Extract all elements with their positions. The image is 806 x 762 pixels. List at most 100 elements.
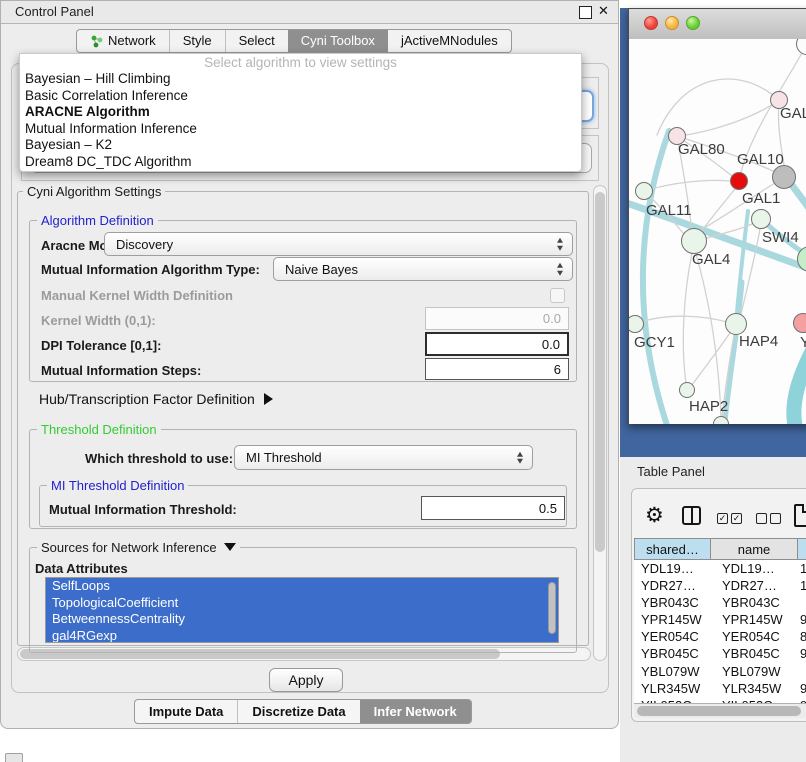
hub-definition-toggle[interactable]: Hub/Transcription Factor Definition	[39, 391, 273, 407]
table-row[interactable]: YBR043CYBR043C	[634, 594, 806, 611]
unchecked-checkbox-icon[interactable]	[756, 513, 767, 524]
tab-style[interactable]: Style	[169, 30, 225, 52]
network-node-gal10[interactable]	[772, 165, 796, 189]
table-row[interactable]: YBL079WYBL079W	[634, 663, 806, 680]
mi-threshold-field[interactable]: 0.5	[421, 496, 565, 520]
tab-select[interactable]: Select	[225, 30, 288, 52]
checked-checkbox-icon[interactable]: ✓	[731, 513, 742, 524]
node-label-gal80: GAL80	[678, 141, 725, 158]
dpi-tolerance-label: DPI Tolerance [0,1]:	[41, 338, 161, 353]
table-cell: YLR345W	[711, 680, 798, 697]
attribute-list-scrollbar-thumb[interactable]	[548, 582, 556, 634]
tab-cyni-toolbox[interactable]: Cyni Toolbox	[288, 30, 388, 52]
which-threshold-combo[interactable]: MI Threshold	[234, 445, 533, 470]
bottom-tab-infer-network[interactable]: Infer Network	[360, 700, 471, 723]
mi-type-combo[interactable]: Naive Bayes	[273, 257, 573, 281]
network-window-titlebar	[629, 9, 806, 40]
sources-group-title[interactable]: Sources for Network Inference	[37, 540, 240, 555]
tab-jactivemnodules[interactable]: jActiveMNodules	[388, 30, 511, 52]
apply-button[interactable]: Apply	[269, 668, 343, 692]
file-icon[interactable]	[794, 504, 806, 527]
table-cell: YDR27…	[711, 577, 798, 594]
node-label-gal4: GAL4	[692, 251, 730, 268]
settings-vertical-scrollbar[interactable]	[593, 185, 607, 661]
checked-checkbox-icon[interactable]: ✓	[717, 513, 728, 524]
table-row[interactable]: YBR045CYBR045C9.	[634, 645, 806, 662]
aracne-mode-combo[interactable]: Discovery	[104, 232, 573, 256]
close-traffic-light-icon[interactable]	[644, 16, 658, 30]
table-row[interactable]: YER054CYER054C8.	[634, 628, 806, 645]
settings-vertical-scrollbar-thumb[interactable]	[595, 192, 605, 552]
network-node-gal1[interactable]	[751, 209, 771, 229]
unchecked-checkbox-icon[interactable]	[770, 513, 781, 524]
gear-icon[interactable]: ⚙	[645, 503, 664, 528]
attribute-list-item-topologicalcoefficient[interactable]: TopologicalCoefficient	[46, 595, 558, 612]
network-view-window: GALGAL80GAL10GAL11GAL1SWI4GAL4GCY1HAP4YH…	[628, 8, 806, 424]
mini-panel-icon[interactable]	[5, 753, 23, 762]
table-cell: 13	[798, 560, 806, 577]
mi-steps-field[interactable]: 6	[425, 358, 569, 380]
hub-definition-label: Hub/Transcription Factor Definition	[39, 391, 255, 407]
table-row[interactable]: YLR345WYLR345W9.	[634, 680, 806, 697]
algorithm-option-aracne-algorithm[interactable]: ARACNE Algorithm	[20, 104, 581, 121]
mi-threshold-value: 0.5	[539, 501, 557, 516]
table-cell: 9.	[798, 645, 806, 662]
control-panel-titlebar: Control Panel ✕	[1, 1, 618, 24]
tab-network[interactable]: Network	[77, 30, 169, 52]
manual-kernel-checkbox[interactable]	[550, 288, 565, 303]
network-node-y[interactable]	[793, 313, 806, 333]
node-label-gcy1: GCY1	[634, 334, 675, 351]
table-row[interactable]: YPR145WYPR145W9.	[634, 611, 806, 628]
node-label-y: Y	[800, 334, 806, 351]
close-panel-icon[interactable]: ✕	[598, 3, 609, 19]
table-cell: YER054C	[711, 628, 798, 645]
algorithm-dropdown-popup: Select algorithm to view settings Bayesi…	[19, 53, 582, 172]
column-header-a[interactable]: A	[798, 538, 806, 560]
node-label-swi4: SWI4	[762, 229, 799, 246]
algorithm-definition-title: Algorithm Definition	[37, 213, 158, 228]
column-header-shared[interactable]: shared…	[634, 538, 711, 560]
network-node[interactable]	[730, 172, 748, 190]
network-edge	[635, 316, 727, 324]
network-node-hap4[interactable]	[725, 313, 747, 335]
tab-label: Cyni Toolbox	[301, 30, 375, 52]
table-horizontal-scrollbar[interactable]	[634, 703, 806, 718]
table-cell: 9.	[798, 680, 806, 697]
network-canvas[interactable]: GALGAL80GAL10GAL11GAL1SWI4GAL4GCY1HAP4YH…	[629, 39, 806, 424]
data-attributes-list[interactable]: SelfLoopsTopologicalCoefficientBetweenne…	[45, 577, 559, 643]
control-panel-window: Control Panel ✕ Network StyleSelect Cyni T…	[0, 0, 619, 729]
table-panel: ⚙ ✓ ✓ shared…nameA YDL19…YDL19…13YDR27…Y…	[631, 488, 806, 722]
table-row[interactable]: YDR27…YDR27…12	[634, 577, 806, 594]
algorithm-option-mutual-information-inference[interactable]: Mutual Information Inference	[20, 121, 581, 138]
minimize-traffic-light-icon[interactable]	[665, 16, 679, 30]
attribute-list-item-selfloops[interactable]: SelfLoops	[46, 578, 558, 595]
algorithm-option-basic-correlation-inference[interactable]: Basic Correlation Inference	[20, 88, 581, 105]
mi-steps-value: 6	[554, 362, 561, 377]
float-panel-icon[interactable]	[579, 6, 592, 19]
bottom-tab-impute-data[interactable]: Impute Data	[135, 700, 237, 723]
kernel-width-label: Kernel Width (0,1):	[41, 313, 156, 328]
attribute-list-item-betweennesscentrality[interactable]: BetweennessCentrality	[46, 611, 558, 628]
network-node-gal11[interactable]	[635, 182, 653, 200]
attribute-list-item-gal4rgexp[interactable]: gal4RGexp	[46, 628, 558, 644]
network-node-hap2[interactable]	[679, 382, 695, 398]
tab-label: jActiveMNodules	[401, 30, 498, 52]
stepper-arrows-icon	[557, 263, 563, 276]
tab-label: Network	[108, 30, 156, 52]
zoom-traffic-light-icon[interactable]	[686, 16, 700, 30]
network-edge	[643, 131, 671, 424]
algorithm-option-dream8-dc-tdc-algorithm[interactable]: Dream8 DC_TDC Algorithm	[20, 154, 581, 171]
table-row[interactable]: YDL19…YDL19…13	[634, 560, 806, 577]
dpi-tolerance-value: 0.0	[542, 337, 560, 352]
mi-threshold-group-title: MI Threshold Definition	[47, 478, 188, 493]
column-header-name[interactable]: name	[711, 538, 798, 560]
table-horizontal-scrollbar-thumb[interactable]	[637, 706, 801, 716]
kernel-width-field[interactable]: 0.0	[425, 307, 569, 330]
bottom-tab-discretize-data[interactable]: Discretize Data	[237, 700, 359, 723]
column-layout-icon[interactable]	[682, 506, 701, 525]
algorithm-option-bayesian-k2[interactable]: Bayesian – K2	[20, 137, 581, 154]
node-label-gal: GAL	[780, 105, 806, 122]
algorithm-option-bayesian-hill-climbing[interactable]: Bayesian – Hill Climbing	[20, 71, 581, 88]
dpi-tolerance-field[interactable]: 0.0	[425, 332, 569, 356]
data-attributes-label: Data Attributes	[35, 561, 128, 576]
